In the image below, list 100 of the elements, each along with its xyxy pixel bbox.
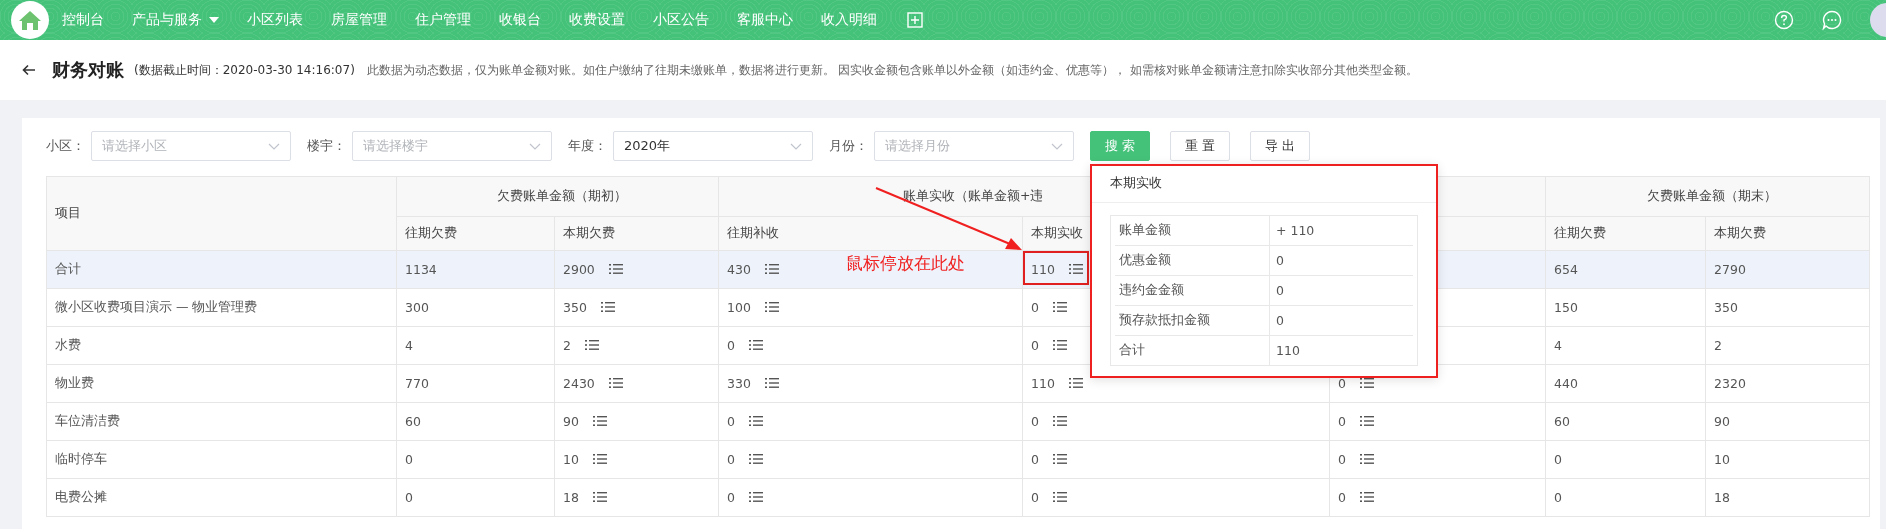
table-cell: 0 — [727, 338, 735, 353]
list-icon[interactable] — [1359, 453, 1374, 465]
table-cell: 1134 — [405, 262, 437, 277]
detail-value: 0 — [1275, 253, 1284, 268]
list-icon[interactable] — [1359, 377, 1374, 389]
chevron-icon — [529, 142, 541, 150]
group-header: 欠费账单金额（期末） — [1646, 188, 1777, 203]
highlight-box — [1023, 251, 1089, 285]
column-header: 本期欠费 — [1714, 225, 1767, 240]
table-cell: 770 — [405, 376, 429, 391]
table-cell: 430 — [727, 262, 751, 277]
action-button[interactable]: 导 出 — [1250, 131, 1311, 161]
table-cell: 临时停车 — [55, 451, 107, 466]
table-cell: 0 — [1338, 376, 1346, 391]
notice-text: 此数据为动态数据，仅为账单金额对账。如住户缴纳了往期未缴账单，数据将进行更新。 因实收金额包含账单以外金额（如违约金、优惠等）， 如需核对账单金额请注意扣除实收部分其他类型金额。 — [366, 62, 1419, 78]
table-cell: 0 — [1338, 452, 1346, 467]
table-cell: 4 — [1554, 338, 1562, 353]
table-cell: 电费公摊 — [55, 489, 107, 504]
nav-menu-item[interactable]: 收费设置 — [569, 11, 625, 29]
list-icon[interactable] — [1359, 491, 1374, 503]
table-cell: 0 — [727, 452, 735, 467]
nav-menu-item[interactable]: 小区公告 — [653, 11, 709, 29]
table-cell: 2790 — [1714, 262, 1746, 277]
list-icon[interactable] — [592, 415, 607, 427]
list-icon[interactable] — [748, 415, 763, 427]
table-cell: 300 — [405, 300, 429, 315]
nav-menu-item[interactable]: 小区列表 — [247, 11, 303, 29]
column-header: 本期欠费 — [563, 225, 615, 240]
list-icon[interactable] — [748, 339, 763, 351]
list-icon[interactable] — [592, 491, 607, 503]
nav-menu-item[interactable]: 产品与服务 — [132, 11, 219, 29]
detail-label: 合计 — [1115, 336, 1270, 365]
list-icon[interactable] — [608, 377, 623, 389]
list-icon[interactable] — [764, 377, 779, 389]
table-cell: 0 — [1554, 490, 1562, 505]
detail-value: 0 — [1275, 283, 1284, 298]
table-cell: 60 — [1554, 414, 1570, 429]
table-cell: 440 — [1554, 376, 1578, 391]
list-icon[interactable] — [1052, 339, 1067, 351]
list-icon[interactable] — [1052, 491, 1067, 503]
table-cell: 0 — [1031, 490, 1039, 505]
table-cell: 0 — [1031, 338, 1039, 353]
table-cell: 100 — [727, 300, 751, 315]
table-cell: 90 — [563, 414, 579, 429]
group-header: 欠费账单金额（期初） — [496, 188, 627, 203]
table-cell: 2900 — [563, 262, 595, 277]
nav-menu-item[interactable]: 收入明细 — [821, 11, 877, 29]
detail-value: 110 — [1275, 343, 1300, 358]
list-icon[interactable] — [1068, 263, 1083, 275]
list-icon[interactable] — [1052, 301, 1067, 313]
table-cell: 微小区收费项目演示 — 物业管理费 — [55, 299, 258, 314]
nav-menu-item[interactable]: 房屋管理 — [331, 11, 387, 29]
select-field[interactable]: 2020年 — [613, 131, 813, 161]
search-button[interactable]: 搜 索 — [1090, 131, 1151, 161]
detail-value: + 110 — [1275, 223, 1315, 238]
list-icon[interactable] — [600, 301, 615, 313]
table-cell: 0 — [1554, 452, 1562, 467]
select-field[interactable]: 请选择小区 — [91, 131, 291, 161]
table-cell: 2320 — [1714, 376, 1746, 391]
table-cell: 654 — [1554, 262, 1578, 277]
table-cell: 水费 — [55, 337, 81, 352]
column-header: 本期实收 — [1031, 225, 1083, 240]
detail-label: 预存款抵扣金额 — [1115, 306, 1270, 335]
select-field[interactable]: 请选择楼宇 — [352, 131, 552, 161]
nav-menu-item[interactable]: 收银台 — [499, 11, 541, 29]
list-icon[interactable] — [592, 453, 607, 465]
table-cell: 2 — [1714, 338, 1722, 353]
list-icon[interactable] — [748, 453, 763, 465]
nav-menu-item[interactable]: 客服中心 — [737, 11, 793, 29]
nav-menu-item[interactable]: 住户管理 — [415, 11, 471, 29]
list-icon[interactable] — [608, 263, 623, 275]
nav-menu-item[interactable]: 控制台 — [62, 11, 104, 29]
table-cell: 4 — [405, 338, 413, 353]
table-cell: 60 — [405, 414, 421, 429]
table-cell: 0 — [1031, 414, 1039, 429]
list-icon[interactable] — [1359, 415, 1374, 427]
list-icon[interactable] — [1068, 377, 1083, 389]
filter-label: 楼宇： — [307, 137, 346, 155]
filter-label: 月份： — [829, 137, 868, 155]
detail-label: 账单金额 — [1115, 216, 1270, 245]
action-button[interactable]: 重 置 — [1170, 131, 1231, 161]
table-cell: 0 — [1031, 452, 1039, 467]
list-icon[interactable] — [748, 491, 763, 503]
column-header: 项目 — [46, 176, 397, 251]
list-icon[interactable] — [1052, 415, 1067, 427]
table-cell: 10 — [563, 452, 579, 467]
select-field[interactable]: 请选择月份 — [874, 131, 1074, 161]
back-arrow-icon[interactable] — [22, 64, 36, 76]
page-title: 财务对账 — [52, 58, 124, 82]
table-cell: 0 — [1031, 300, 1039, 315]
table-cell: 2430 — [563, 376, 595, 391]
chevron-icon — [790, 142, 802, 150]
list-icon[interactable] — [1052, 453, 1067, 465]
table-cell: 150 — [1554, 300, 1578, 315]
chevron-icon — [268, 142, 280, 150]
list-icon[interactable] — [584, 339, 599, 351]
table-cell: 0 — [1338, 414, 1346, 429]
column-header: 往期欠费 — [405, 225, 457, 240]
list-icon[interactable] — [764, 301, 779, 313]
list-icon[interactable] — [764, 263, 779, 275]
